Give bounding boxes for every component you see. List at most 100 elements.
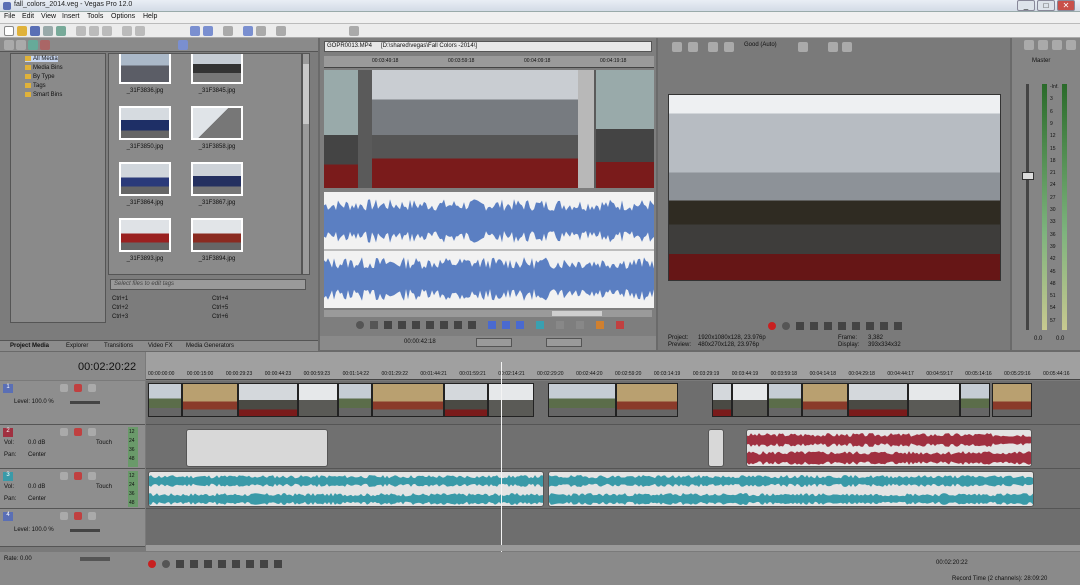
cut-icon[interactable] [76, 26, 86, 36]
video-clip[interactable] [444, 383, 488, 417]
track-header-1[interactable]: 1 Level: 100.0 % [0, 381, 145, 425]
go-end-icon[interactable] [440, 321, 448, 329]
menu-edit[interactable]: Edit [22, 13, 34, 20]
copy-icon[interactable] [89, 26, 99, 36]
fx-icon[interactable] [88, 472, 96, 480]
trimmer-video-strip[interactable] [324, 70, 654, 188]
audio-track-3-lane[interactable] [146, 469, 1080, 509]
trimmer-scrollbar[interactable] [324, 310, 652, 317]
track-header-4[interactable]: 4 Level: 100.0 % [0, 509, 145, 547]
remove-unused-icon[interactable] [40, 40, 50, 50]
video-clip[interactable] [712, 383, 732, 417]
solo-icon[interactable] [74, 384, 82, 392]
zoom-icon[interactable] [576, 321, 584, 329]
normal-edit-tool-icon[interactable] [190, 26, 200, 36]
close-button[interactable]: ✕ [1057, 0, 1075, 11]
video-clip[interactable] [992, 383, 1032, 417]
audio-only-icon[interactable] [556, 321, 564, 329]
undo-icon[interactable] [122, 26, 132, 36]
master-fader-track[interactable] [1026, 84, 1029, 330]
level-slider[interactable] [70, 401, 100, 404]
audio-clip[interactable] [186, 429, 328, 467]
tab-explorer[interactable]: Explorer [66, 343, 88, 349]
maximize-button[interactable]: □ [1037, 0, 1055, 11]
video-clip[interactable] [548, 383, 616, 417]
fx-icon[interactable] [88, 428, 96, 436]
next-frame-icon[interactable] [468, 321, 476, 329]
play-icon[interactable] [810, 322, 818, 330]
stop-icon[interactable] [838, 322, 846, 330]
solo-icon[interactable] [74, 472, 82, 480]
media-thumbnail[interactable] [191, 106, 243, 140]
fx-icon[interactable] [88, 384, 96, 392]
capture-icon[interactable] [16, 40, 26, 50]
tab-video-fx[interactable]: Video FX [148, 343, 173, 349]
pause-icon[interactable] [398, 321, 406, 329]
selection-start-box[interactable] [476, 338, 512, 347]
video-clip[interactable] [372, 383, 444, 417]
video-clip[interactable] [908, 383, 960, 417]
track-header-2[interactable]: 2 Vol: 0.0 dB Touch Pan: Center 12 24 36 48 [0, 425, 145, 469]
clear-icon[interactable] [616, 321, 624, 329]
selection-length-box[interactable] [546, 338, 582, 347]
timeline-scrollbar[interactable] [146, 545, 1080, 551]
mixer-fx-icon[interactable] [1038, 40, 1048, 50]
get-media-icon[interactable] [28, 40, 38, 50]
tree-item-tags[interactable]: Tags [25, 83, 46, 89]
pause-icon[interactable] [204, 560, 212, 568]
menu-tools[interactable]: Tools [87, 13, 103, 20]
save-snapshot-icon[interactable] [842, 42, 852, 52]
stop-icon[interactable] [412, 321, 420, 329]
video-clip[interactable] [802, 383, 848, 417]
go-start-icon[interactable] [852, 322, 860, 330]
go-start-icon[interactable] [426, 321, 434, 329]
video-clip[interactable] [848, 383, 908, 417]
menu-file[interactable]: File [4, 13, 15, 20]
add-to-timeline-icon[interactable] [488, 321, 496, 329]
prev-frame-icon[interactable] [880, 322, 888, 330]
rate-slider[interactable] [80, 557, 110, 561]
video-clip[interactable] [182, 383, 238, 417]
add-before-icon[interactable] [502, 321, 510, 329]
import-media-icon[interactable] [4, 40, 14, 50]
stop-icon[interactable] [218, 560, 226, 568]
record-icon[interactable] [148, 560, 156, 568]
mute-icon[interactable] [60, 512, 68, 520]
tree-item-by-type[interactable]: By Type [25, 74, 55, 80]
automation-mode[interactable]: Touch [96, 440, 112, 446]
loop-icon[interactable] [356, 321, 364, 329]
snap-icon[interactable] [223, 26, 233, 36]
playhead-cursor[interactable] [501, 362, 502, 552]
record-icon[interactable] [768, 322, 776, 330]
menu-options[interactable]: Options [111, 13, 135, 20]
tab-transitions[interactable]: Transitions [104, 343, 133, 349]
copy-snapshot-icon[interactable] [828, 42, 838, 52]
fx-icon[interactable] [88, 512, 96, 520]
scrollbar-thumb[interactable] [552, 311, 602, 316]
tree-item-media-bins[interactable]: Media Bins [25, 65, 63, 71]
render-icon[interactable] [56, 26, 66, 36]
scrollbar-thumb[interactable] [303, 64, 309, 124]
solo-icon[interactable] [74, 512, 82, 520]
menu-help[interactable]: Help [143, 13, 157, 20]
video-clip[interactable] [488, 383, 534, 417]
audio-clip[interactable] [548, 471, 1034, 507]
video-only-icon[interactable] [536, 321, 544, 329]
minimize-button[interactable]: _ [1017, 0, 1035, 11]
preview-settings-icon[interactable] [672, 42, 682, 52]
mixer-settings-icon[interactable] [1066, 40, 1076, 50]
menu-insert[interactable]: Insert [62, 13, 80, 20]
play-icon[interactable] [190, 560, 198, 568]
external-monitor-icon[interactable] [688, 42, 698, 52]
media-thumbnail[interactable] [191, 162, 243, 196]
timeline-ruler[interactable]: 00:00:00:00 00:00:15:00 00:00:29:23 00:00:4… [146, 352, 1080, 380]
envelope-tool-icon[interactable] [203, 26, 213, 36]
views-icon[interactable] [178, 40, 188, 50]
save-icon[interactable] [30, 26, 40, 36]
media-thumbnail[interactable] [119, 54, 171, 84]
snapshot-icon[interactable] [596, 321, 604, 329]
audio-clip[interactable] [746, 429, 1032, 467]
open-icon[interactable] [17, 26, 27, 36]
mixer-icon[interactable] [1024, 40, 1034, 50]
tag-input[interactable]: Select files to edit tags [110, 279, 306, 290]
